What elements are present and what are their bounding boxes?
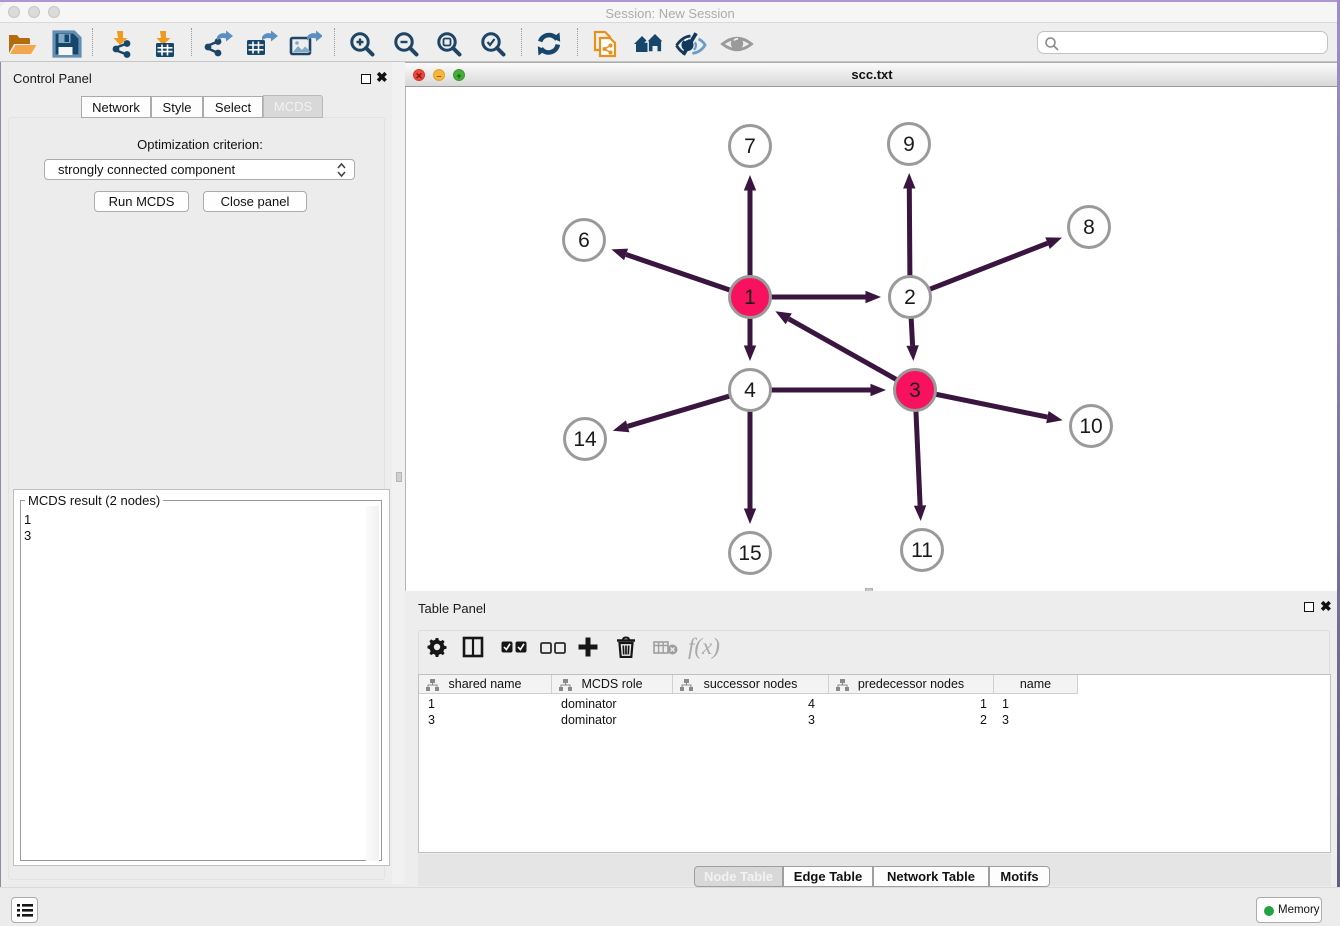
svg-text:10: 10: [1079, 415, 1102, 438]
svg-text:1: 1: [744, 286, 756, 309]
svg-text:8: 8: [1083, 216, 1095, 239]
svg-text:4: 4: [744, 379, 756, 402]
svg-text:2: 2: [904, 286, 916, 309]
svg-text:14: 14: [573, 428, 597, 451]
svg-text:15: 15: [738, 542, 761, 565]
svg-text:6: 6: [578, 229, 590, 252]
svg-text:11: 11: [911, 539, 933, 562]
svg-text:9: 9: [903, 133, 915, 156]
svg-text:7: 7: [744, 135, 756, 158]
svg-text:3: 3: [909, 379, 921, 402]
